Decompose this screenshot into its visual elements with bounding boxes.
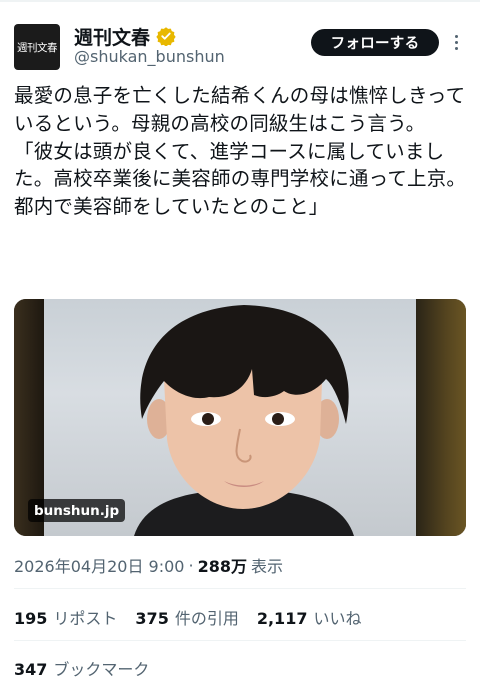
views-count: 288万 — [197, 557, 247, 576]
follow-button[interactable]: フォローする — [311, 29, 439, 56]
author-handle[interactable]: @shukan_bunshun — [74, 47, 225, 66]
top-divider — [0, 0, 480, 2]
avatar-logo-text: 週刊文春 — [17, 41, 58, 54]
tweet-text: 最愛の息子を亡くした結希くんの母は憔悴しきっているという。母親の高校の同級生はこ… — [14, 84, 467, 219]
views-label: 表示 — [250, 557, 283, 576]
verified-badge-icon — [156, 27, 176, 46]
stat-bookmarks[interactable]: 347 ブックマーク — [14, 656, 149, 680]
engagement-stats: 195 リポスト 375 件の引用 2,117 いいね — [14, 605, 361, 629]
tweet-meta: 2026年04月20日 9:00 · 288万 表示 — [14, 553, 283, 577]
meta-separator: · — [188, 555, 194, 575]
more-dots-icon[interactable] — [450, 30, 462, 54]
divider — [14, 640, 466, 641]
tweet-timestamp[interactable]: 2026年04月20日 9:00 — [14, 553, 184, 577]
author-name-row: 週刊文春 — [74, 23, 176, 49]
divider — [14, 588, 466, 589]
stat-label: ブックマーク — [53, 660, 150, 679]
stat-quotes[interactable]: 375 件の引用 — [135, 605, 238, 629]
tweet-media-image[interactable]: bunshun.jp — [14, 299, 466, 536]
media-source-badge: bunshun.jp — [28, 499, 126, 522]
stat-count: 2,117 — [256, 609, 308, 628]
stat-count: 195 — [14, 609, 48, 628]
stat-count: 347 — [14, 660, 48, 679]
stat-label: 件の引用 — [174, 609, 239, 628]
stat-label: いいね — [313, 609, 362, 628]
stat-reposts[interactable]: 195 リポスト — [14, 605, 117, 629]
stat-likes[interactable]: 2,117 いいね — [257, 605, 362, 629]
stat-label: リポスト — [53, 609, 118, 628]
author-display-name[interactable]: 週刊文春 — [74, 23, 150, 50]
avatar[interactable]: 週刊文春 — [14, 24, 60, 70]
stat-count: 375 — [135, 609, 169, 628]
